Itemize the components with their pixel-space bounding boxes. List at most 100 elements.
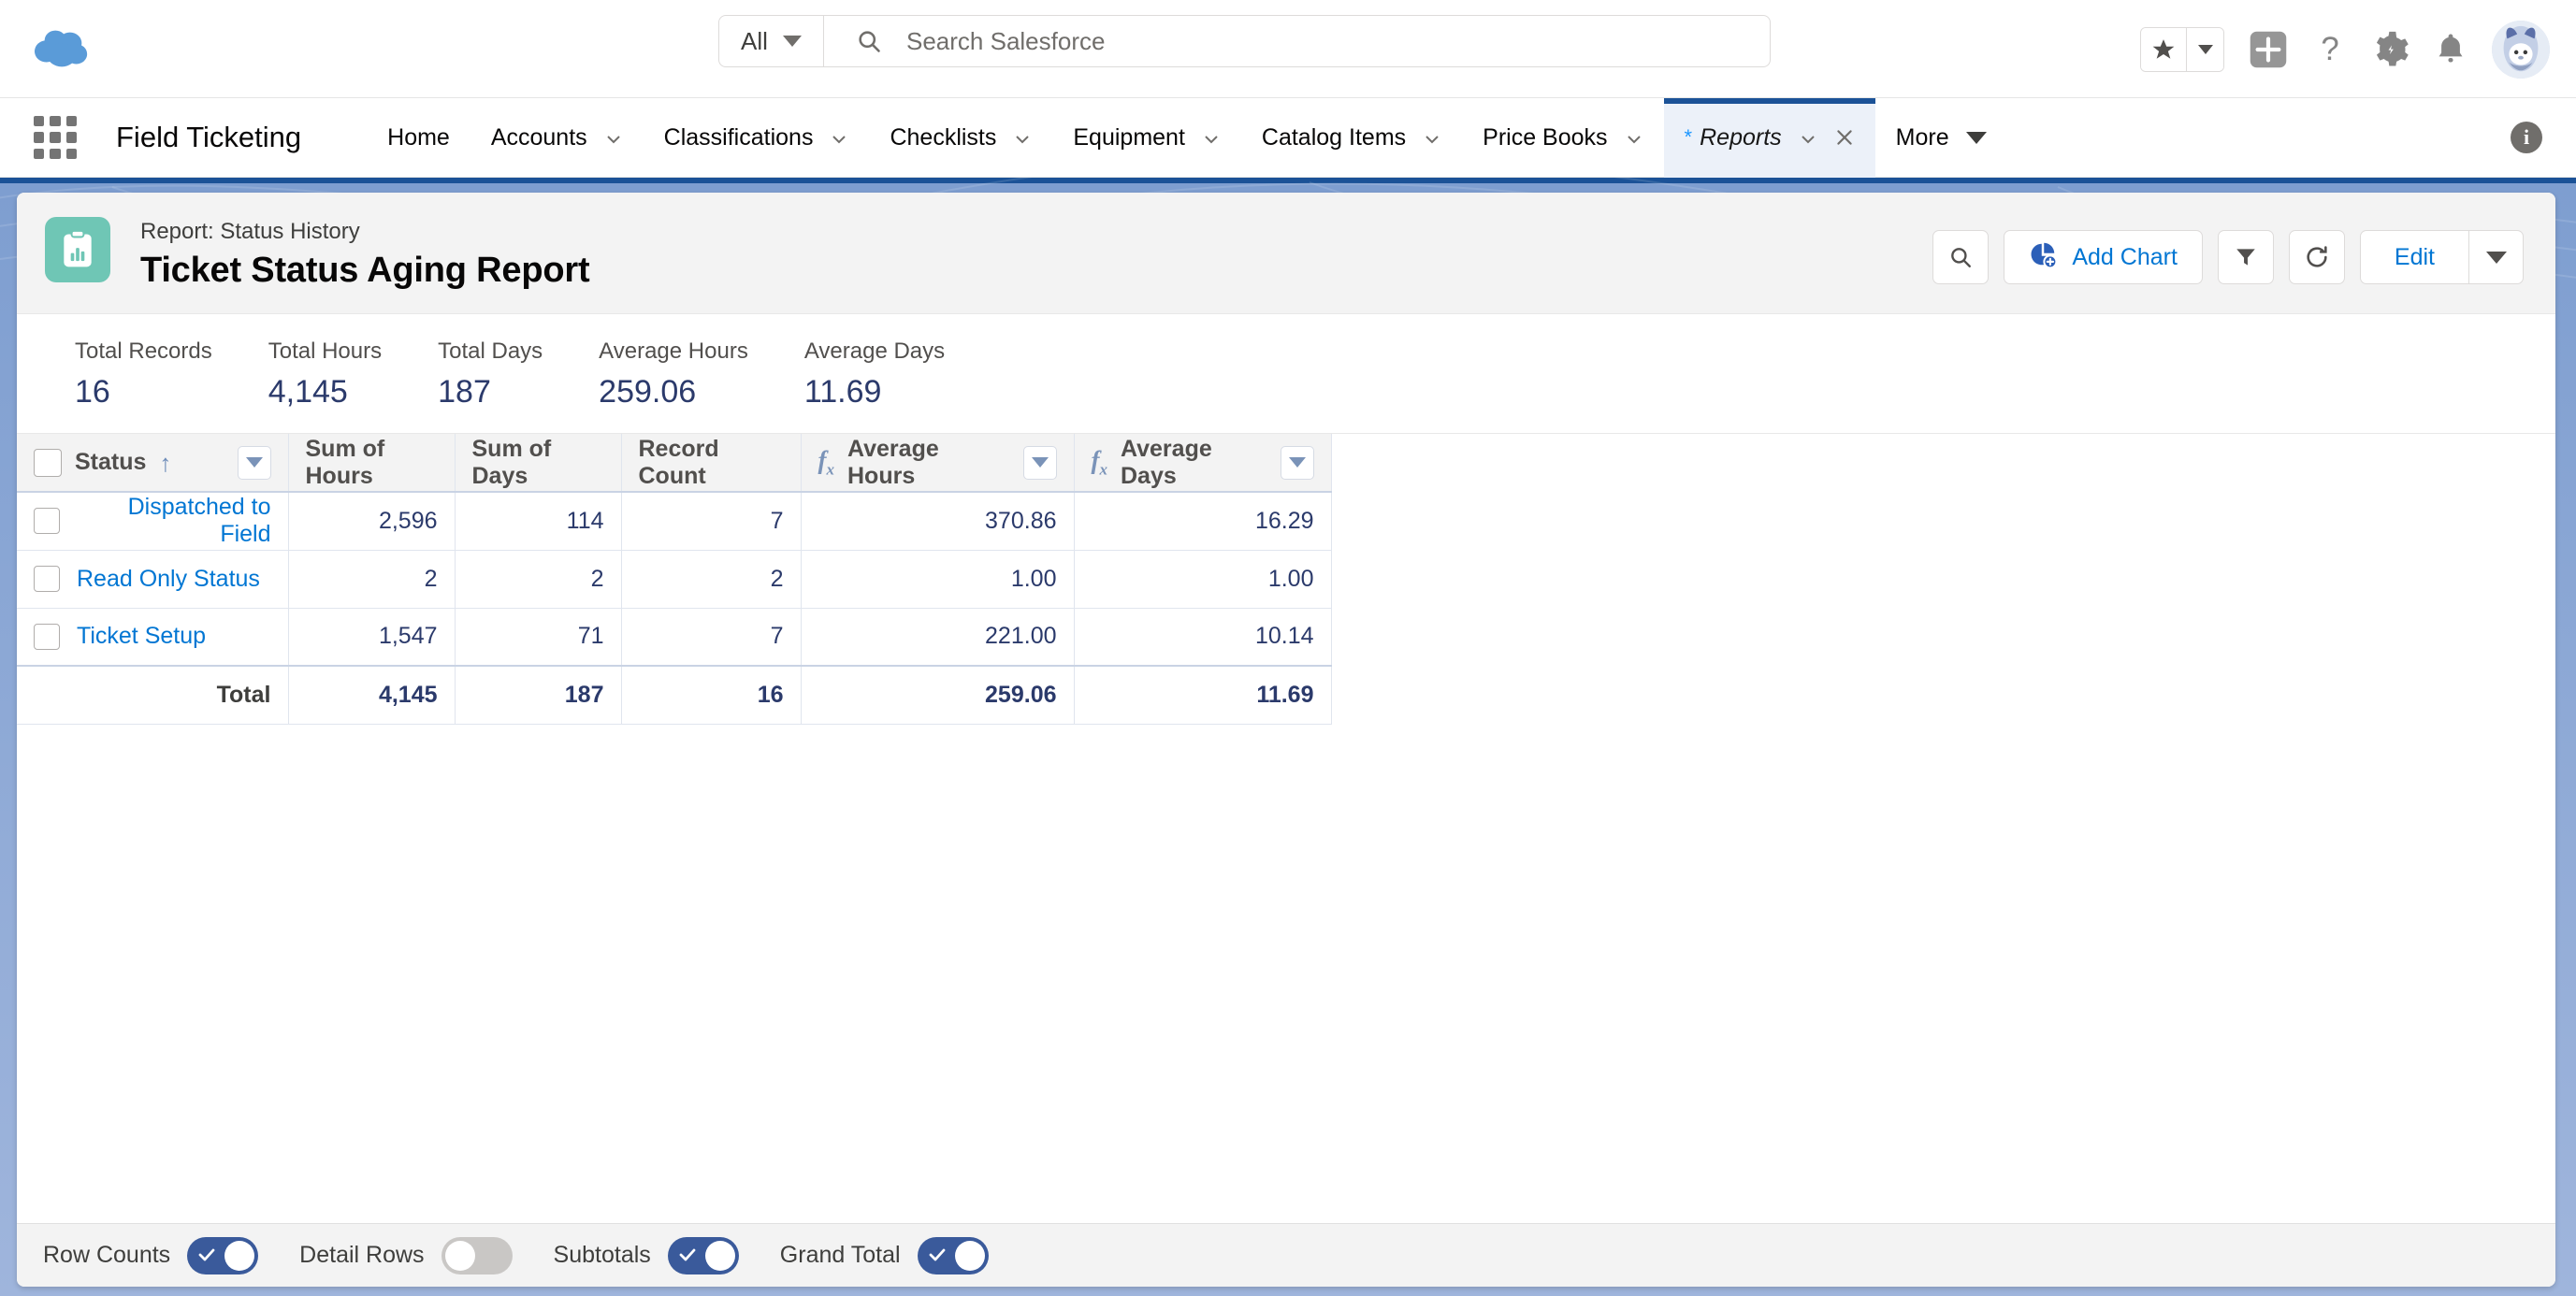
status-link[interactable]: Ticket Setup bbox=[77, 623, 206, 650]
favorites-control[interactable] bbox=[2140, 26, 2224, 72]
nav-tab-home[interactable]: Home bbox=[367, 98, 470, 178]
grand-total-row: Total 4,145 187 16 259.06 11.69 bbox=[17, 665, 1332, 725]
app-navigation-bar: Field Ticketing Home Accounts Classifica… bbox=[0, 97, 2576, 178]
status-link[interactable]: Dispatched to Field bbox=[77, 494, 271, 548]
search-scope-label: All bbox=[741, 26, 768, 55]
favorites-star-icon[interactable] bbox=[2141, 27, 2186, 71]
svg-text:?: ? bbox=[2321, 31, 2338, 67]
metric-average-days: Average Days 11.69 bbox=[804, 338, 945, 410]
report-header: Report: Status History Ticket Status Agi… bbox=[17, 193, 2555, 314]
filter-button[interactable] bbox=[2217, 230, 2274, 284]
add-icon[interactable] bbox=[2249, 30, 2288, 69]
check-icon bbox=[197, 1246, 216, 1264]
help-icon[interactable]: ? bbox=[2312, 30, 2348, 69]
column-header-label: Record Count bbox=[638, 435, 719, 489]
nav-tab-reports[interactable]: * Reports bbox=[1663, 97, 1875, 178]
search-scope-selector[interactable]: All bbox=[719, 16, 824, 66]
cell-average-hours: 370.86 bbox=[801, 492, 1075, 551]
column-header-sum-of-days[interactable]: Sum of Days bbox=[455, 434, 622, 493]
favorites-dropdown-icon[interactable] bbox=[2186, 27, 2223, 71]
search-input[interactable]: Search Salesforce bbox=[824, 16, 1770, 66]
cell-average-days: 10.14 bbox=[1074, 608, 1332, 667]
app-name-label: Field Ticketing bbox=[116, 121, 302, 153]
column-header-record-count[interactable]: Record Count bbox=[621, 434, 802, 493]
edit-button[interactable]: Edit bbox=[2359, 230, 2469, 284]
report-clipboard-chart-icon bbox=[45, 217, 110, 282]
column-header-sum-of-hours[interactable]: Sum of Hours bbox=[288, 434, 456, 493]
nav-tab-equipment[interactable]: Equipment bbox=[1052, 98, 1241, 178]
column-header-average-days[interactable]: fx Average Days bbox=[1074, 434, 1332, 493]
chevron-down-icon bbox=[830, 128, 848, 147]
chevron-down-icon bbox=[1202, 128, 1221, 147]
notifications-bell-icon[interactable] bbox=[2434, 31, 2467, 68]
nav-tab-label: Price Books bbox=[1483, 123, 1608, 151]
switch-knob bbox=[954, 1240, 985, 1271]
detail-rows-switch[interactable] bbox=[441, 1236, 513, 1274]
user-avatar[interactable] bbox=[2492, 20, 2550, 79]
column-menu-icon[interactable] bbox=[1280, 445, 1314, 480]
grand-total-switch[interactable] bbox=[917, 1236, 989, 1274]
chevron-down-icon bbox=[604, 128, 623, 147]
metric-value: 16 bbox=[75, 374, 110, 410]
setup-gear-icon[interactable] bbox=[2372, 31, 2410, 68]
cell-total-average-days: 11.69 bbox=[1074, 665, 1332, 725]
info-icon[interactable]: i bbox=[2511, 122, 2542, 153]
chevron-down-icon bbox=[1013, 128, 1032, 147]
search-icon bbox=[856, 28, 882, 54]
close-icon[interactable] bbox=[1834, 127, 1855, 148]
toggle-grand-total[interactable]: Grand Total bbox=[780, 1236, 989, 1274]
table-row[interactable]: Ticket Setup 1,547 71 7 221.00 10.14 bbox=[17, 608, 1332, 667]
salesforce-cloud-logo[interactable] bbox=[34, 22, 92, 75]
table-row[interactable]: Dispatched to Field 2,596 114 7 370.86 1… bbox=[17, 492, 1332, 551]
report-title-block: Report: Status History Ticket Status Agi… bbox=[140, 217, 590, 291]
nav-tab-more[interactable]: More bbox=[1875, 98, 2007, 178]
app-launcher-icon[interactable] bbox=[34, 116, 77, 159]
row-counts-switch[interactable] bbox=[187, 1236, 259, 1274]
select-all-checkbox[interactable] bbox=[34, 448, 62, 477]
chevron-down-icon bbox=[1625, 128, 1643, 147]
nav-tab-classifications[interactable]: Classifications bbox=[644, 98, 870, 178]
nav-tab-catalog-items[interactable]: Catalog Items bbox=[1241, 98, 1462, 178]
status-link[interactable]: Read Only Status bbox=[77, 566, 260, 593]
row-checkbox[interactable] bbox=[34, 508, 60, 535]
column-header-label: Average Hours bbox=[847, 435, 939, 489]
nav-tab-label: Accounts bbox=[490, 123, 587, 151]
column-header-label: Sum of Days bbox=[471, 435, 552, 489]
toggle-detail-rows[interactable]: Detail Rows bbox=[299, 1236, 513, 1274]
nav-tab-label: Reports bbox=[1700, 123, 1782, 151]
switch-knob bbox=[224, 1240, 255, 1271]
cell-record-count: 7 bbox=[621, 492, 802, 551]
edit-menu-button[interactable] bbox=[2469, 230, 2524, 284]
report-card: Report: Status History Ticket Status Agi… bbox=[17, 193, 2555, 1287]
edit-button-group: Edit bbox=[2359, 230, 2524, 284]
report-search-button[interactable] bbox=[1932, 230, 1990, 284]
nav-tab-price-books[interactable]: Price Books bbox=[1462, 98, 1663, 178]
page-title: Ticket Status Aging Report bbox=[140, 251, 590, 290]
cell-sum-of-days: 114 bbox=[455, 492, 622, 551]
nav-tab-accounts[interactable]: Accounts bbox=[470, 98, 644, 178]
sort-ascending-icon[interactable]: ↑ bbox=[159, 451, 171, 475]
table-row[interactable]: Read Only Status 2 2 2 1.00 1.00 bbox=[17, 550, 1332, 609]
report-header-actions: Add Chart Edit bbox=[1932, 217, 2524, 284]
cell-sum-of-days: 71 bbox=[455, 608, 622, 667]
row-checkbox[interactable] bbox=[34, 566, 60, 592]
toggle-row-counts[interactable]: Row Counts bbox=[43, 1236, 259, 1274]
nav-tab-label: Equipment bbox=[1073, 123, 1185, 151]
check-icon bbox=[928, 1246, 947, 1264]
refresh-button[interactable] bbox=[2288, 230, 2345, 284]
column-menu-icon[interactable] bbox=[237, 445, 271, 480]
toggle-label: Row Counts bbox=[43, 1242, 171, 1268]
metric-label: Average Hours bbox=[599, 338, 748, 364]
nav-tab-checklists[interactable]: Checklists bbox=[869, 98, 1052, 178]
subtotals-switch[interactable] bbox=[667, 1236, 739, 1274]
add-chart-button[interactable]: Add Chart bbox=[2004, 230, 2203, 284]
column-header-average-hours[interactable]: fx Average Hours bbox=[801, 434, 1075, 493]
cell-total-label: Total bbox=[17, 665, 289, 725]
column-menu-icon[interactable] bbox=[1022, 445, 1057, 480]
global-search[interactable]: All Search Salesforce bbox=[718, 15, 1771, 67]
column-header-status[interactable]: Status ↑ bbox=[17, 434, 289, 493]
cell-record-count: 2 bbox=[621, 550, 802, 609]
row-checkbox[interactable] bbox=[34, 623, 60, 650]
toggle-label: Detail Rows bbox=[299, 1242, 425, 1268]
toggle-subtotals[interactable]: Subtotals bbox=[554, 1236, 739, 1274]
